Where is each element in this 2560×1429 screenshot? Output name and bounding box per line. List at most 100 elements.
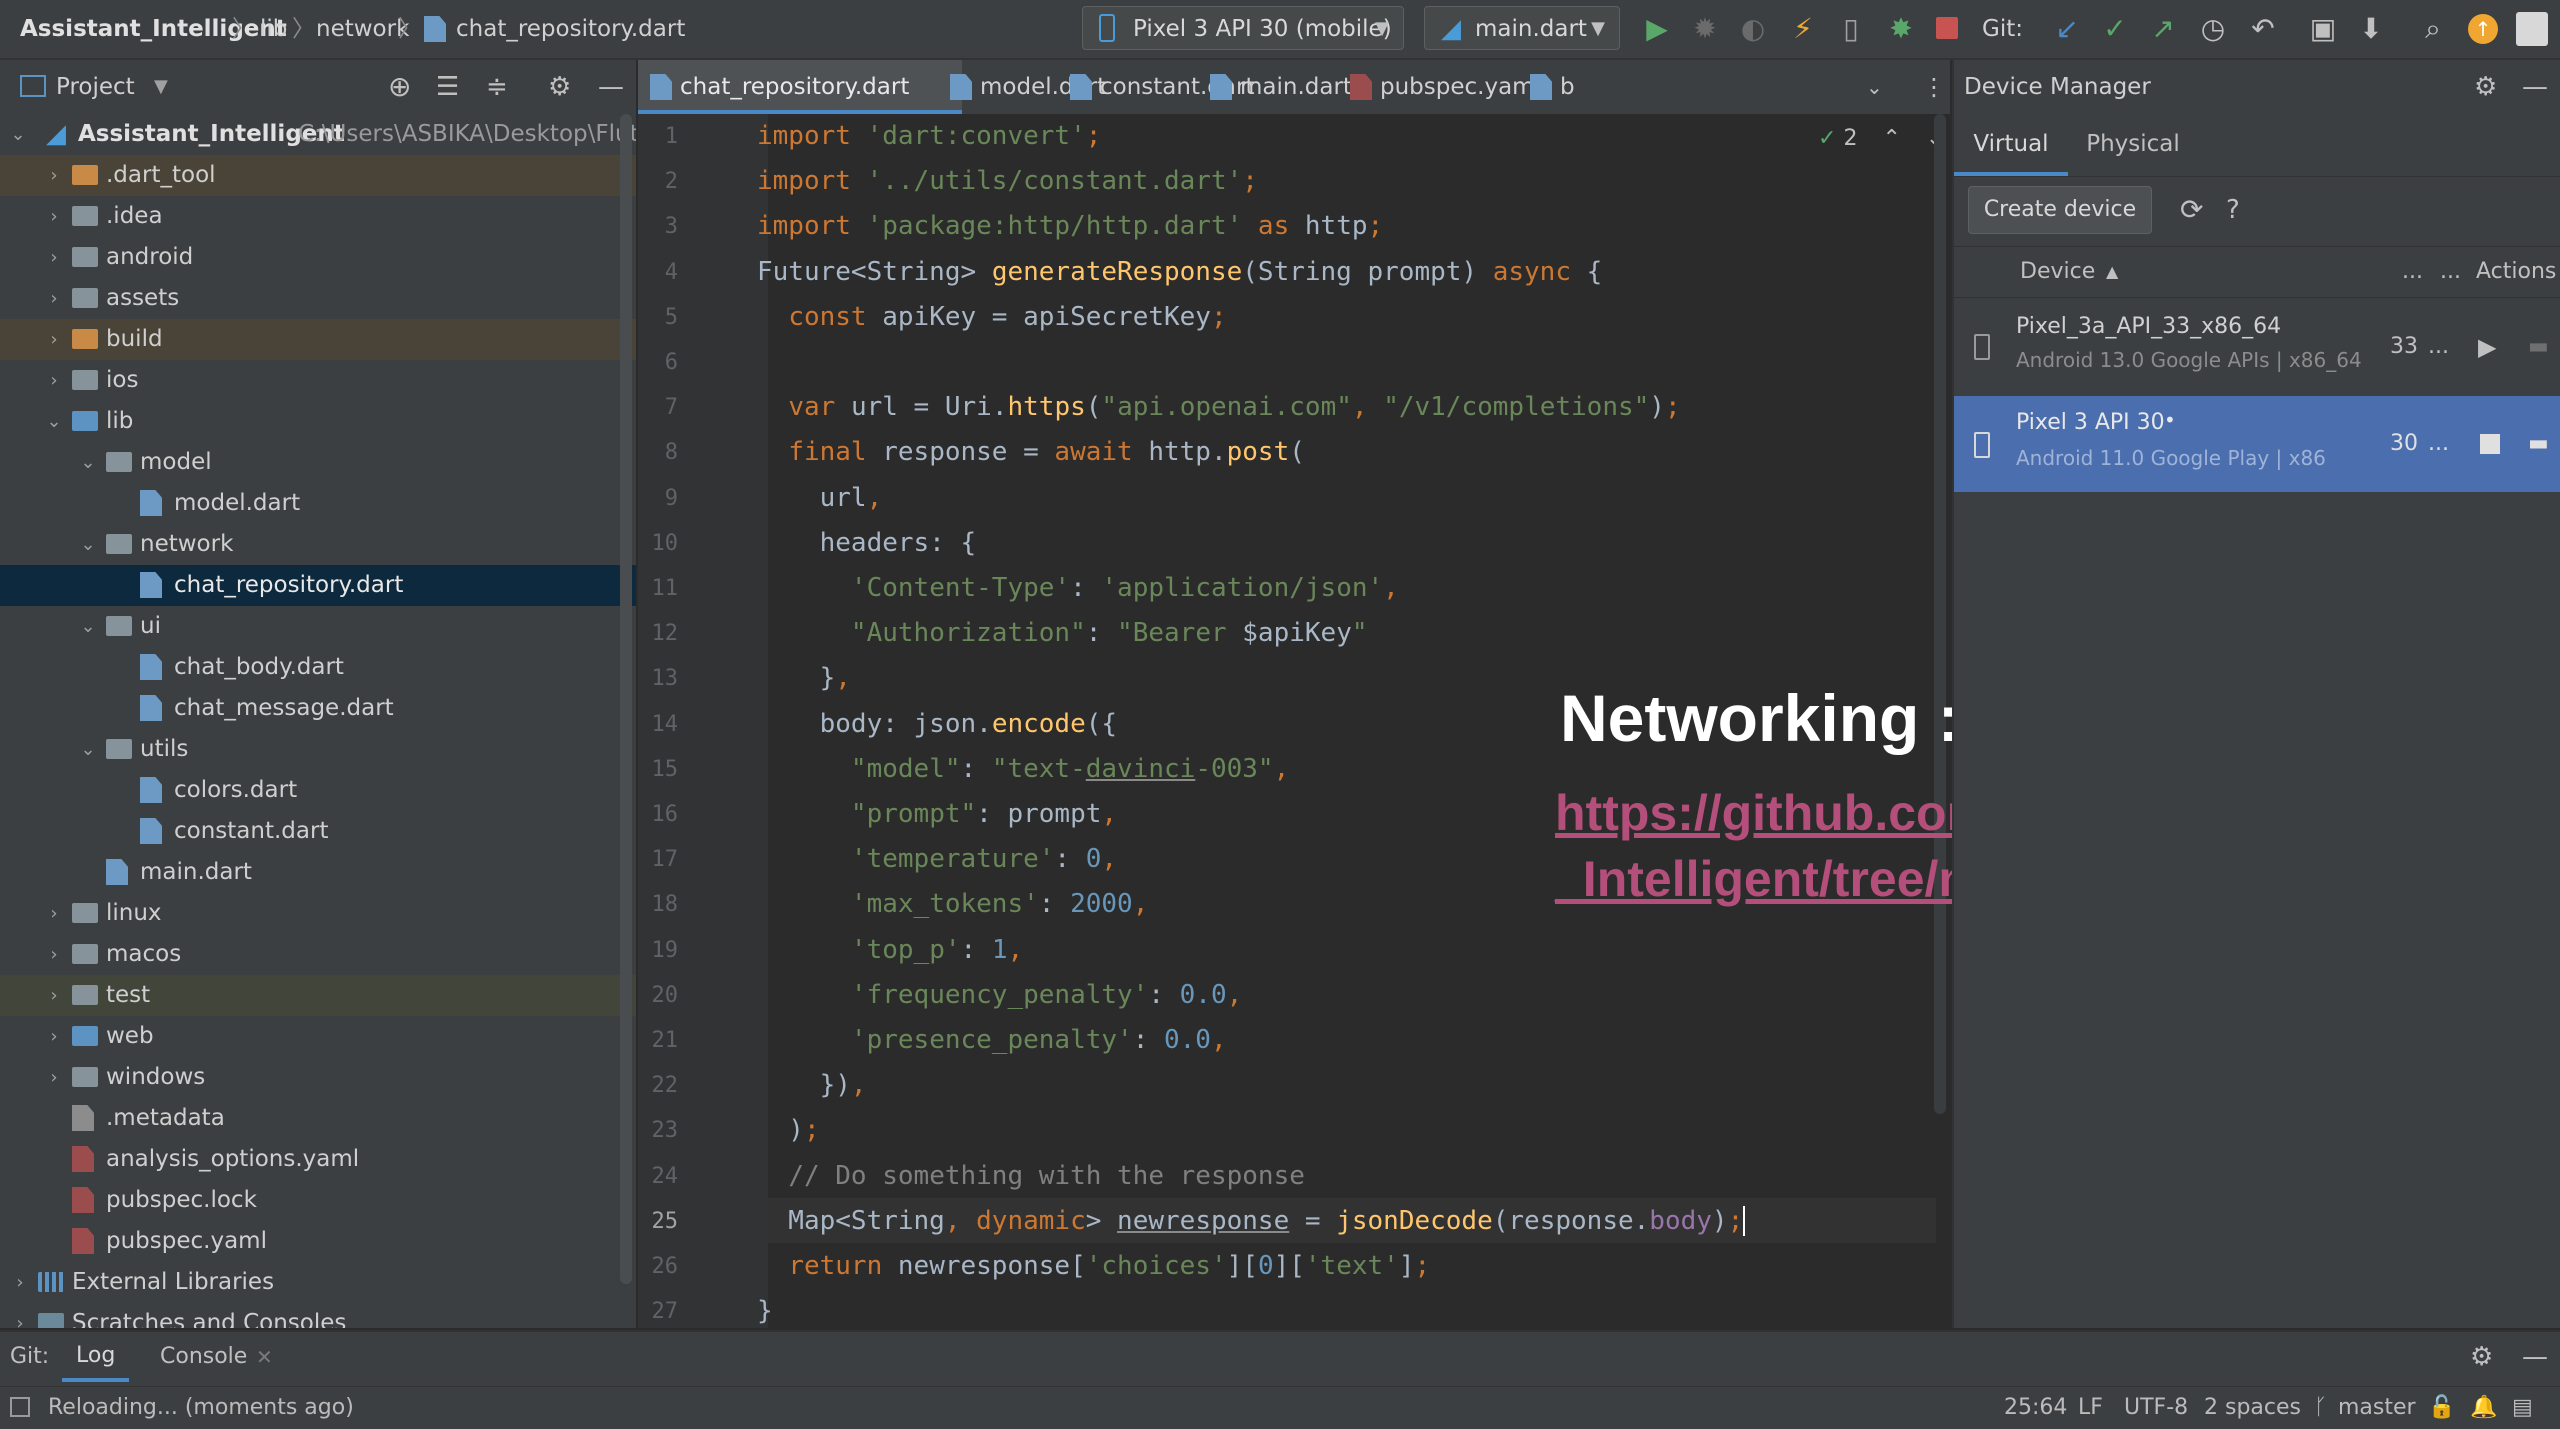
git-history-icon[interactable]: ◷ <box>2196 12 2230 46</box>
chevron-right-icon[interactable]: › <box>44 360 64 401</box>
git-rollback-icon[interactable]: ↶ <box>2246 12 2280 46</box>
tree-item[interactable]: ⌄ network <box>0 524 636 565</box>
hot-reload-icon[interactable]: ⚡ <box>1786 12 1820 46</box>
git-push-icon[interactable]: ↗ <box>2146 12 2180 46</box>
sdk-manager-icon[interactable]: ⬇ <box>2354 12 2388 46</box>
chevron-down-icon[interactable]: ⌄ <box>1866 60 1883 114</box>
update-icon[interactable]: ↑ <box>2468 14 2498 44</box>
lock-icon[interactable]: 🔓 <box>2428 1387 2455 1429</box>
event-log-icon[interactable]: ▤ <box>2512 1387 2533 1429</box>
device-more[interactable]: ... <box>2428 396 2449 492</box>
chevron-right-icon[interactable]: › <box>44 319 64 360</box>
tree-item[interactable]: ⌄ ui <box>0 606 636 647</box>
chevron-up-icon[interactable]: ⌃ <box>1882 126 1900 151</box>
file-encoding[interactable]: UTF-8 <box>2124 1387 2188 1429</box>
debug-icon[interactable]: ✹ <box>1688 12 1722 46</box>
folder-icon[interactable]: ▬ <box>2528 300 2549 394</box>
tab-virtual[interactable]: Virtual <box>1954 116 2068 176</box>
cursor-position[interactable]: 25:64 <box>2004 1387 2067 1429</box>
chevron-down-icon[interactable]: ⌄ <box>78 729 98 770</box>
chevron-right-icon[interactable]: › <box>44 1016 64 1057</box>
chevron-down-icon[interactable]: ⌄ <box>44 401 64 442</box>
column-device[interactable]: Device <box>2020 247 2095 297</box>
tree-item[interactable]: › web <box>0 1016 636 1057</box>
chevron-down-icon[interactable]: ⌄ <box>78 606 98 647</box>
tree-item[interactable]: chat_body.dart <box>0 647 636 688</box>
device-more[interactable]: ... <box>2428 300 2449 394</box>
tool-window-toggle-icon[interactable] <box>10 1397 30 1417</box>
breadcrumb-lib[interactable]: lib <box>260 0 287 58</box>
tree-item[interactable]: constant.dart <box>0 811 636 852</box>
tree-root[interactable]: ⌄ ◢ Assistant_Intelligent C:\Users\ASBIK… <box>0 114 636 155</box>
tree-item[interactable]: › build <box>0 319 636 360</box>
launch-icon[interactable]: ▶ <box>2478 300 2496 394</box>
chevron-down-icon[interactable]: ⌄ <box>78 442 98 483</box>
indent-setting[interactable]: 2 spaces <box>2204 1387 2301 1429</box>
chevron-right-icon[interactable]: › <box>10 1303 30 1328</box>
minimize-icon[interactable]: — <box>598 60 624 114</box>
collapse-all-icon[interactable]: ≑ <box>486 60 508 114</box>
line-ending[interactable]: LF <box>2078 1387 2103 1429</box>
tree-item[interactable]: › .idea <box>0 196 636 237</box>
project-scrollbar[interactable] <box>620 114 632 1284</box>
attach-debugger-icon[interactable]: ✸ <box>1884 12 1918 46</box>
tree-item[interactable]: › macos <box>0 934 636 975</box>
hot-restart-icon[interactable]: ▯ <box>1834 12 1868 46</box>
tree-item[interactable]: colors.dart <box>0 770 636 811</box>
locate-file-icon[interactable]: ⊕ <box>388 60 411 114</box>
close-icon[interactable]: ✕ <box>256 1332 273 1382</box>
minimize-icon[interactable]: — <box>2522 1332 2548 1382</box>
tab-log[interactable]: Log <box>62 1332 130 1382</box>
tree-item[interactable]: chat_repository.dart <box>0 565 636 606</box>
tree-item[interactable]: › ios <box>0 360 636 401</box>
device-row[interactable]: Pixel_3a_API_33_x86_64 Android 13.0 Goog… <box>1954 300 2560 394</box>
refresh-icon[interactable]: ⟳ <box>2180 186 2203 234</box>
editor-tab[interactable]: chat_repository.dart✕ <box>638 60 973 114</box>
run-icon[interactable]: ▶ <box>1640 12 1674 46</box>
expand-all-icon[interactable]: ☰ <box>436 60 459 114</box>
column-api[interactable]: ... <box>2402 247 2423 297</box>
tree-item[interactable]: model.dart <box>0 483 636 524</box>
breadcrumb-file[interactable]: chat_repository.dart <box>456 0 685 58</box>
tree-item[interactable]: pubspec.yaml <box>0 1221 636 1262</box>
tree-item[interactable]: › android <box>0 237 636 278</box>
notifications-icon[interactable]: 🔔 <box>2470 1387 2497 1429</box>
coverage-icon[interactable]: ◐ <box>1736 12 1770 46</box>
chevron-right-icon[interactable]: › <box>44 278 64 319</box>
column-actions[interactable]: Actions <box>2476 247 2556 297</box>
tree-item[interactable]: › linux <box>0 893 636 934</box>
editor-tab[interactable]: b <box>1518 60 1612 114</box>
tree-item[interactable]: analysis_options.yaml <box>0 1139 636 1180</box>
chevron-down-icon[interactable]: ▼ <box>154 60 168 114</box>
editor-tab[interactable]: pubspec.yaml✕ <box>1338 60 1555 114</box>
chevron-right-icon[interactable]: › <box>44 155 64 196</box>
stop-icon[interactable] <box>1936 17 1958 39</box>
editor-scrollbar[interactable] <box>1934 114 1948 1114</box>
more-options-icon[interactable]: ⋮ <box>1922 60 1946 114</box>
chevron-right-icon[interactable]: › <box>44 893 64 934</box>
tree-item[interactable]: pubspec.lock <box>0 1180 636 1221</box>
project-panel-title[interactable]: Project <box>56 60 135 114</box>
gear-icon[interactable]: ⚙ <box>2474 60 2497 114</box>
folder-icon[interactable]: ▬ <box>2528 396 2549 492</box>
device-row-selected[interactable]: Pixel 3 API 30 • Android 11.0 Google Pla… <box>1954 396 2560 492</box>
chevron-right-icon[interactable]: › <box>44 934 64 975</box>
search-icon[interactable]: ⌕ <box>2416 12 2450 46</box>
tab-physical[interactable]: Physical <box>2068 116 2198 176</box>
tree-item[interactable]: › assets <box>0 278 636 319</box>
chevron-right-icon[interactable]: › <box>44 196 64 237</box>
git-update-icon[interactable]: ↙ <box>2050 12 2084 46</box>
tree-item[interactable]: › windows <box>0 1057 636 1098</box>
create-device-button[interactable]: Create device <box>1968 186 2152 234</box>
gear-icon[interactable]: ⚙ <box>548 60 571 114</box>
editor-scroll-thumb[interactable] <box>1934 114 1946 1114</box>
tree-item[interactable]: › test <box>0 975 636 1016</box>
git-branch[interactable]: master <box>2338 1387 2416 1429</box>
avatar[interactable] <box>2516 12 2548 46</box>
tree-item[interactable]: main.dart <box>0 852 636 893</box>
tree-item[interactable]: ⌄ model <box>0 442 636 483</box>
tree-item[interactable]: › External Libraries <box>0 1262 636 1303</box>
breadcrumb-network[interactable]: network <box>316 0 409 58</box>
tree-item[interactable]: ⌄ utils <box>0 729 636 770</box>
tree-item[interactable]: › Scratches and Consoles <box>0 1303 636 1328</box>
